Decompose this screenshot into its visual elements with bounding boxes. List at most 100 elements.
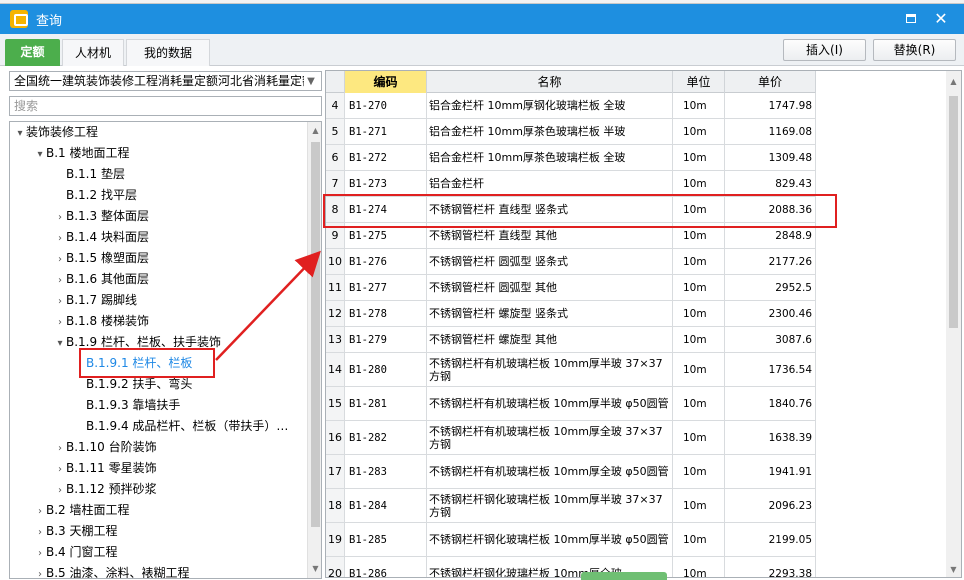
- table-row[interactable]: 4 B1-270 铝合金栏杆 10mm厚钢化玻璃栏板 全玻 10m 1747.98: [326, 93, 816, 119]
- tree-scroll-thumb[interactable]: [311, 142, 320, 527]
- close-icon[interactable]: ✕: [932, 10, 950, 28]
- tree-node-label: B.1.5 橡塑面层: [66, 251, 149, 265]
- tab-quota[interactable]: 定额: [5, 39, 60, 66]
- row-index: 14: [326, 353, 345, 386]
- tree-scrollbar[interactable]: ▲ ▼: [307, 122, 321, 578]
- table-row[interactable]: 16 B1-282 不锈钢栏杆有机玻璃栏板 10mm厚全玻 37×37方钢 10m 16…: [326, 421, 816, 455]
- table-row[interactable]: 20 B1-286 不锈钢栏杆钢化玻璃栏板 10mm厚全玻 10m 2293.38: [326, 557, 816, 577]
- tree-node[interactable]: › B.1.8 楼梯装饰: [54, 311, 149, 332]
- header-code[interactable]: 编码: [345, 71, 427, 93]
- row-name: 不锈钢栏杆钢化玻璃栏板 10mm厚半玻 φ50圆管: [427, 523, 673, 556]
- tree-node[interactable]: B.1.2 找平层: [54, 185, 137, 206]
- row-name: 不锈钢栏杆有机玻璃栏板 10mm厚全玻 φ50圆管: [427, 455, 673, 488]
- tree-node[interactable]: › B.1.5 橡塑面层: [54, 248, 149, 269]
- scroll-down-icon[interactable]: ▼: [308, 562, 321, 576]
- row-index: 18: [326, 489, 345, 522]
- scroll-up-icon[interactable]: ▲: [308, 124, 321, 138]
- chevron-right-icon[interactable]: ›: [34, 522, 46, 543]
- chevron-right-icon[interactable]: ›: [54, 291, 66, 312]
- chevron-right-icon[interactable]: ›: [34, 543, 46, 564]
- tree-node[interactable]: › B.2 墙柱面工程: [34, 500, 130, 521]
- table-row[interactable]: 18 B1-284 不锈钢栏杆钢化玻璃栏板 10mm厚半玻 37×37方钢 10m 20…: [326, 489, 816, 523]
- chevron-right-icon[interactable]: ›: [54, 480, 66, 501]
- tree-node[interactable]: ▾ 装饰装修工程: [14, 122, 98, 143]
- grid-scrollbar[interactable]: ▲ ▼: [946, 71, 961, 577]
- row-index: 16: [326, 421, 345, 454]
- tree-node[interactable]: › B.5 油漆、涂料、裱糊工程: [34, 563, 190, 578]
- row-name: 不锈钢栏杆有机玻璃栏板 10mm厚全玻 37×37方钢: [427, 421, 673, 454]
- tree-node[interactable]: › B.1.3 整体面层: [54, 206, 149, 227]
- row-unit: 10m: [673, 249, 725, 274]
- replace-button[interactable]: 替换(R): [873, 39, 956, 61]
- chevron-right-icon[interactable]: ›: [54, 228, 66, 249]
- tree-node[interactable]: › B.4 门窗工程: [34, 542, 118, 563]
- search-input[interactable]: [9, 96, 322, 116]
- tree-node-label: B.1.3 整体面层: [66, 209, 149, 223]
- chevron-down-icon[interactable]: ▾: [54, 333, 66, 354]
- table-row[interactable]: 15 B1-281 不锈钢栏杆有机玻璃栏板 10mm厚半玻 φ50圆管 10m 1840…: [326, 387, 816, 421]
- row-price: 1840.76: [725, 387, 816, 420]
- row-unit: 10m: [673, 489, 725, 522]
- tab-my-data[interactable]: 我的数据: [126, 39, 210, 66]
- row-price: 2952.5: [725, 275, 816, 300]
- row-unit: 10m: [673, 275, 725, 300]
- tree-node[interactable]: › B.1.10 台阶装饰: [54, 437, 157, 458]
- table-row[interactable]: 13 B1-279 不锈钢管栏杆 螺旋型 其他 10m 3087.6: [326, 327, 816, 353]
- row-code: B1-281: [345, 387, 427, 420]
- tree-node-label: B.4 门窗工程: [46, 545, 118, 559]
- header-name[interactable]: 名称: [427, 71, 673, 93]
- table-row[interactable]: 14 B1-280 不锈钢栏杆有机玻璃栏板 10mm厚半玻 37×37方钢 10m 17…: [326, 353, 816, 387]
- tree-node[interactable]: B.1.9.3 靠墙扶手: [74, 395, 180, 416]
- splitter-grip[interactable]: [581, 572, 667, 580]
- quota-grid: 编码 名称 单位 单价 4 B1-270 铝合金栏杆 10mm厚钢化玻璃栏板 全玻 1…: [325, 70, 962, 578]
- grid-scroll-thumb[interactable]: [949, 96, 958, 328]
- chevron-down-icon[interactable]: ▾: [14, 123, 26, 144]
- row-code: B1-270: [345, 93, 427, 118]
- chevron-right-icon[interactable]: ›: [34, 501, 46, 522]
- chevron-down-icon[interactable]: ▾: [34, 144, 46, 165]
- scroll-up-icon[interactable]: ▲: [946, 75, 961, 89]
- row-index: 5: [326, 119, 345, 144]
- table-row[interactable]: 12 B1-278 不锈钢管栏杆 螺旋型 竖条式 10m 2300.46: [326, 301, 816, 327]
- tree-node[interactable]: › B.3 天棚工程: [34, 521, 118, 542]
- table-row[interactable]: 6 B1-272 铝合金栏杆 10mm厚茶色玻璃栏板 全玻 10m 1309.48: [326, 145, 816, 171]
- tree-node-label: B.1.6 其他面层: [66, 272, 149, 286]
- chevron-right-icon[interactable]: ›: [54, 207, 66, 228]
- tree-node[interactable]: › B.1.12 预拌砂浆: [54, 479, 157, 500]
- row-unit: 10m: [673, 171, 725, 196]
- chevron-right-icon[interactable]: ›: [34, 564, 46, 578]
- tree-node[interactable]: › B.1.4 块料面层: [54, 227, 149, 248]
- tree-node[interactable]: B.1.9.4 成品栏杆、栏板（带扶手）…: [74, 416, 288, 437]
- table-row[interactable]: 11 B1-277 不锈钢管栏杆 圆弧型 其他 10m 2952.5: [326, 275, 816, 301]
- table-row[interactable]: 5 B1-271 铝合金栏杆 10mm厚茶色玻璃栏板 半玻 10m 1169.08: [326, 119, 816, 145]
- table-row[interactable]: 17 B1-283 不锈钢栏杆有机玻璃栏板 10mm厚全玻 φ50圆管 10m 1941…: [326, 455, 816, 489]
- header-price[interactable]: 单价: [725, 71, 816, 93]
- scroll-down-icon[interactable]: ▼: [946, 563, 961, 577]
- chevron-right-icon[interactable]: ›: [54, 459, 66, 480]
- tab-materials[interactable]: 人材机: [62, 39, 124, 66]
- chevron-right-icon[interactable]: ›: [54, 312, 66, 333]
- row-name: 不锈钢管栏杆 螺旋型 竖条式: [427, 301, 673, 326]
- table-row[interactable]: 10 B1-276 不锈钢管栏杆 圆弧型 竖条式 10m 2177.26: [326, 249, 816, 275]
- tree-node[interactable]: ▾ B.1 楼地面工程: [34, 143, 129, 165]
- row-code: B1-283: [345, 455, 427, 488]
- row-unit: 10m: [673, 145, 725, 170]
- insert-button[interactable]: 插入(I): [783, 39, 866, 61]
- row-name: 不锈钢栏杆有机玻璃栏板 10mm厚半玻 φ50圆管: [427, 387, 673, 420]
- table-row[interactable]: 19 B1-285 不锈钢栏杆钢化玻璃栏板 10mm厚半玻 φ50圆管 10m 2199…: [326, 523, 816, 557]
- quota-library-value: 全国统一建筑装饰装修工程消耗量定额河北省消耗量定额: [14, 74, 304, 88]
- tree-node[interactable]: › B.1.6 其他面层: [54, 269, 149, 290]
- chevron-down-icon[interactable]: ▼: [304, 73, 318, 89]
- quota-library-select[interactable]: 全国统一建筑装饰装修工程消耗量定额河北省消耗量定额 ▼: [9, 71, 322, 91]
- chevron-right-icon[interactable]: ›: [54, 438, 66, 459]
- row-code: B1-286: [345, 557, 427, 577]
- header-unit[interactable]: 单位: [673, 71, 725, 93]
- chevron-right-icon[interactable]: ›: [54, 249, 66, 270]
- tree-node[interactable]: › B.1.7 踢脚线: [54, 290, 137, 311]
- tree-node[interactable]: B.1.1 垫层: [54, 164, 125, 185]
- row-price: 1747.98: [725, 93, 816, 118]
- tree-node[interactable]: › B.1.11 零星装饰: [54, 458, 157, 479]
- chevron-right-icon[interactable]: ›: [54, 270, 66, 291]
- maximize-icon[interactable]: [902, 10, 920, 28]
- row-price: 1169.08: [725, 119, 816, 144]
